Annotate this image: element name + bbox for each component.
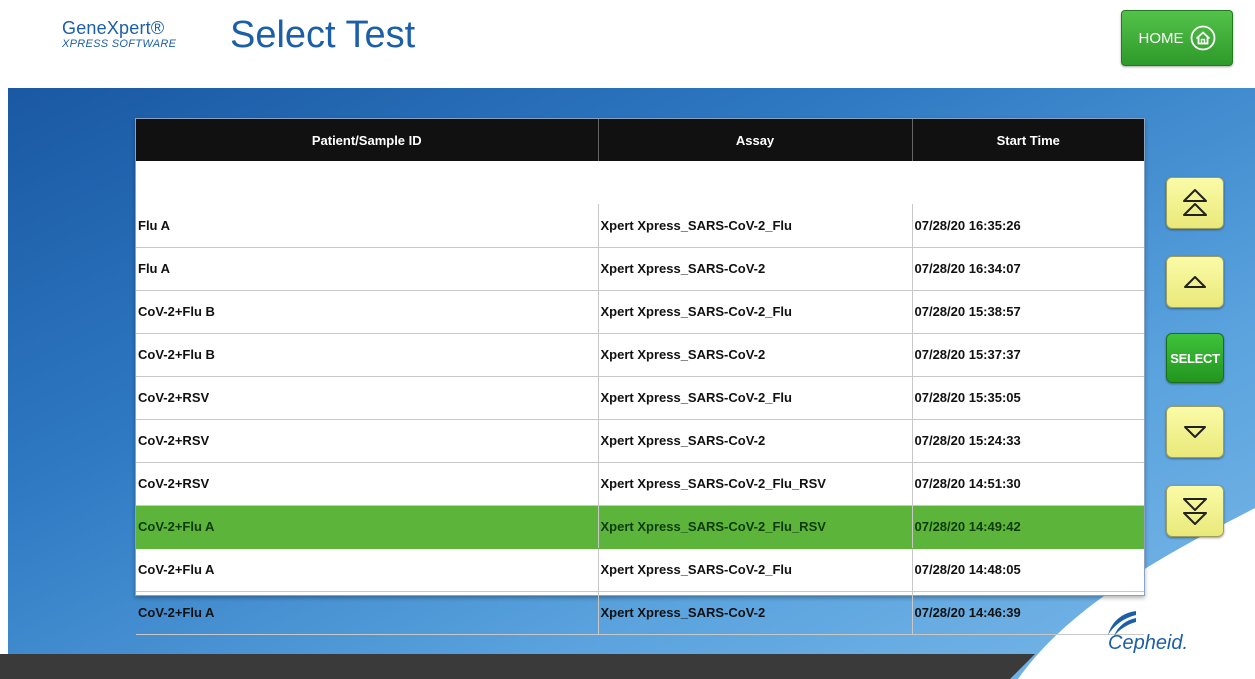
test-table: Patient/Sample ID Assay Start Time Flu A… bbox=[135, 118, 1145, 635]
table-row-selected[interactable]: CoV-2+Flu A Xpert Xpress_SARS-CoV-2_Flu_… bbox=[136, 505, 1144, 549]
cell-start-time: 07/28/20 15:24:33 bbox=[912, 419, 1144, 463]
table-row[interactable]: Flu A Xpert Xpress_SARS-CoV-2_Flu 07/28/… bbox=[136, 204, 1144, 248]
genexpert-logo: GeneXpert® XPRESS SOFTWARE bbox=[62, 18, 176, 50]
cell-start-time: 07/28/20 16:34:07 bbox=[912, 247, 1144, 291]
cell-start-time: 07/28/20 15:37:37 bbox=[912, 333, 1144, 377]
table-row[interactable]: CoV-2+RSV Xpert Xpress_SARS-CoV-2 07/28/… bbox=[136, 419, 1144, 463]
cell-start-time: 07/28/20 14:51:30 bbox=[912, 462, 1144, 506]
table-spacer bbox=[136, 161, 1144, 204]
logo-main-text: GeneXpert® bbox=[62, 18, 165, 38]
column-header-sample-id[interactable]: Patient/Sample ID bbox=[136, 119, 599, 161]
double-chevron-down-icon bbox=[1183, 498, 1207, 525]
cell-start-time: 07/28/20 14:49:42 bbox=[912, 505, 1144, 549]
cell-sample-id: CoV-2+Flu A bbox=[136, 548, 599, 592]
scroll-up-button[interactable] bbox=[1166, 256, 1224, 308]
logo-sub-text: XPRESS SOFTWARE bbox=[62, 38, 177, 50]
cell-start-time: 07/28/20 16:35:26 bbox=[912, 204, 1144, 248]
cell-sample-id: CoV-2+RSV bbox=[136, 376, 599, 420]
cell-sample-id: CoV-2+Flu B bbox=[136, 290, 599, 334]
cell-assay: Xpert Xpress_SARS-CoV-2_Flu bbox=[598, 290, 913, 334]
cell-assay: Xpert Xpress_SARS-CoV-2 bbox=[598, 247, 913, 291]
cell-sample-id: CoV-2+Flu A bbox=[136, 505, 599, 549]
header: GeneXpert® XPRESS SOFTWARE Select Test H… bbox=[0, 0, 1255, 88]
column-header-start-time[interactable]: Start Time bbox=[912, 119, 1144, 161]
cell-assay: Xpert Xpress_SARS-CoV-2 bbox=[598, 419, 913, 463]
table-row[interactable]: CoV-2+Flu A Xpert Xpress_SARS-CoV-2_Flu … bbox=[136, 548, 1144, 592]
home-button[interactable]: HOME bbox=[1121, 10, 1233, 66]
cell-start-time: 07/28/20 14:48:05 bbox=[912, 548, 1144, 592]
page-title: Select Test bbox=[230, 14, 416, 56]
double-chevron-up-icon bbox=[1183, 189, 1207, 216]
table-row[interactable]: CoV-2+Flu A Xpert Xpress_SARS-CoV-2 07/2… bbox=[136, 591, 1144, 635]
cell-sample-id: Flu A bbox=[136, 247, 599, 291]
cell-assay: Xpert Xpress_SARS-CoV-2_Flu bbox=[598, 204, 913, 248]
cell-assay: Xpert Xpress_SARS-CoV-2 bbox=[598, 591, 913, 635]
cell-start-time: 07/28/20 15:35:05 bbox=[912, 376, 1144, 420]
chevron-down-icon bbox=[1184, 426, 1206, 438]
cell-assay: Xpert Xpress_SARS-CoV-2 bbox=[598, 333, 913, 377]
table-row[interactable]: CoV-2+Flu B Xpert Xpress_SARS-CoV-2_Flu … bbox=[136, 290, 1144, 334]
cell-assay: Xpert Xpress_SARS-CoV-2_Flu bbox=[598, 376, 913, 420]
cell-sample-id: CoV-2+RSV bbox=[136, 462, 599, 506]
cell-start-time: 07/28/20 15:38:57 bbox=[912, 290, 1144, 334]
column-header-assay[interactable]: Assay bbox=[598, 119, 913, 161]
cell-assay: Xpert Xpress_SARS-CoV-2_Flu bbox=[598, 548, 913, 592]
table-row[interactable]: Flu A Xpert Xpress_SARS-CoV-2 07/28/20 1… bbox=[136, 247, 1144, 291]
scroll-down-button[interactable] bbox=[1166, 406, 1224, 458]
page-down-button[interactable] bbox=[1166, 485, 1224, 537]
cell-assay: Xpert Xpress_SARS-CoV-2_Flu_RSV bbox=[598, 462, 913, 506]
cepheid-brand: Cepheid. bbox=[1108, 632, 1189, 654]
page-up-button[interactable] bbox=[1166, 177, 1224, 229]
cell-sample-id: CoV-2+Flu B bbox=[136, 333, 599, 377]
cell-assay: Xpert Xpress_SARS-CoV-2_Flu_RSV bbox=[598, 505, 913, 549]
chevron-up-icon bbox=[1184, 276, 1206, 288]
table-row[interactable]: CoV-2+RSV Xpert Xpress_SARS-CoV-2_Flu 07… bbox=[136, 376, 1144, 420]
table-header-row: Patient/Sample ID Assay Start Time bbox=[136, 119, 1144, 161]
select-button[interactable]: SELECT bbox=[1166, 333, 1224, 383]
cell-sample-id: CoV-2+Flu A bbox=[136, 591, 599, 635]
home-icon bbox=[1190, 25, 1215, 51]
test-list: Patient/Sample ID Assay Start Time Flu A… bbox=[136, 119, 1144, 635]
cell-sample-id: CoV-2+RSV bbox=[136, 419, 599, 463]
table-row[interactable]: CoV-2+Flu B Xpert Xpress_SARS-CoV-2 07/2… bbox=[136, 333, 1144, 377]
home-button-label: HOME bbox=[1138, 29, 1184, 47]
table-row[interactable]: CoV-2+RSV Xpert Xpress_SARS-CoV-2_Flu_RS… bbox=[136, 462, 1144, 506]
cell-sample-id: Flu A bbox=[136, 204, 599, 248]
